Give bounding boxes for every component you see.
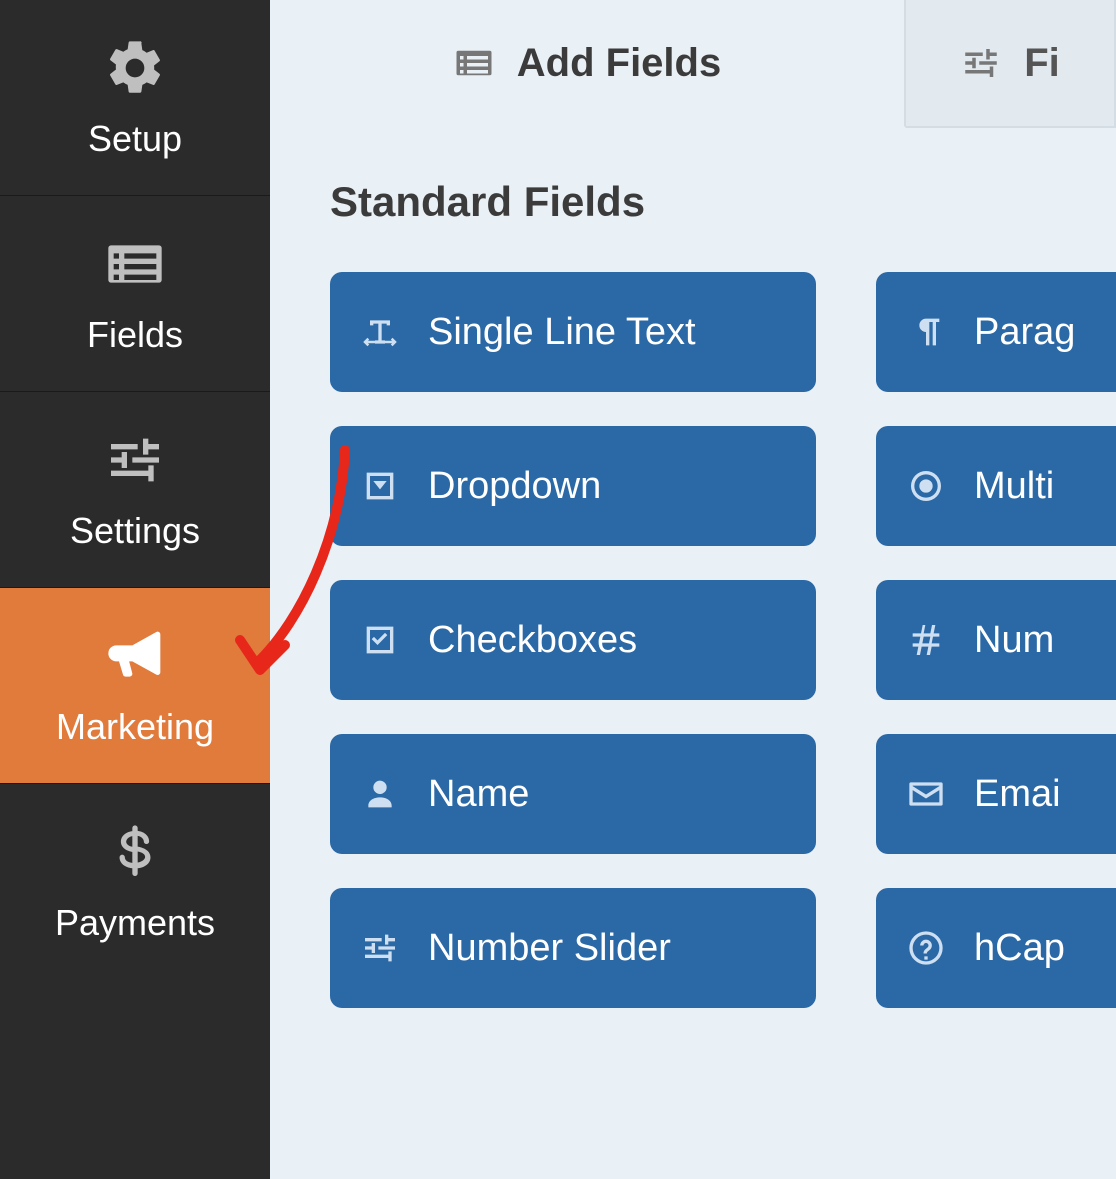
- field-label: Dropdown: [428, 465, 601, 508]
- field-single-line-text[interactable]: Single Line Text: [330, 272, 816, 392]
- field-paragraph[interactable]: Parag: [876, 272, 1116, 392]
- megaphone-icon: [103, 624, 167, 688]
- tab-add-fields[interactable]: Add Fields: [270, 0, 906, 128]
- field-label: Single Line Text: [428, 311, 696, 354]
- tab-field-options[interactable]: Fi: [906, 0, 1116, 128]
- tab-label: Fi: [1024, 41, 1060, 86]
- user-icon: [360, 774, 400, 814]
- tabs: Add Fields Fi: [270, 0, 1116, 128]
- list-box-icon: [453, 42, 495, 84]
- field-checkboxes[interactable]: Checkboxes: [330, 580, 816, 700]
- field-name[interactable]: Name: [330, 734, 816, 854]
- dollar-icon: [103, 820, 167, 884]
- sidebar-item-label: Payments: [55, 902, 215, 944]
- sidebar-item-marketing[interactable]: Marketing: [0, 588, 270, 784]
- sidebar-item-label: Fields: [87, 314, 183, 356]
- sidebar-item-payments[interactable]: Payments: [0, 784, 270, 980]
- field-grid: Single Line Text Parag Dropdown Multi: [330, 272, 1080, 1008]
- field-dropdown[interactable]: Dropdown: [330, 426, 816, 546]
- sidebar-item-label: Marketing: [56, 706, 214, 748]
- check-square-icon: [360, 620, 400, 660]
- text-icon: [360, 312, 400, 352]
- field-label: Name: [428, 773, 529, 816]
- sliders-icon: [103, 428, 167, 492]
- list-box-icon: [103, 232, 167, 296]
- sidebar-item-setup[interactable]: Setup: [0, 0, 270, 196]
- sliders-icon: [360, 928, 400, 968]
- field-label: Emai: [974, 773, 1061, 816]
- gear-icon: [103, 36, 167, 100]
- sidebar-item-settings[interactable]: Settings: [0, 392, 270, 588]
- field-label: Num: [974, 619, 1054, 662]
- content: Standard Fields Single Line Text Parag: [270, 128, 1116, 1008]
- field-label: Checkboxes: [428, 619, 637, 662]
- caret-square-icon: [360, 466, 400, 506]
- field-multiple-choice[interactable]: Multi: [876, 426, 1116, 546]
- field-label: Number Slider: [428, 927, 671, 970]
- sidebar: Setup Fields Settings Marketing Payments: [0, 0, 270, 1179]
- radio-dot-icon: [906, 466, 946, 506]
- question-circle-icon: [906, 928, 946, 968]
- field-label: Parag: [974, 311, 1075, 354]
- field-hcaptcha[interactable]: hCap: [876, 888, 1116, 1008]
- hash-icon: [906, 620, 946, 660]
- tab-label: Add Fields: [517, 41, 721, 86]
- field-label: Multi: [974, 465, 1054, 508]
- envelope-icon: [906, 774, 946, 814]
- sidebar-item-fields[interactable]: Fields: [0, 196, 270, 392]
- sidebar-item-label: Setup: [88, 118, 182, 160]
- field-numbers[interactable]: Num: [876, 580, 1116, 700]
- main-panel: Add Fields Fi Standard Fields Single Lin…: [270, 0, 1116, 1179]
- field-email[interactable]: Emai: [876, 734, 1116, 854]
- sidebar-item-label: Settings: [70, 510, 200, 552]
- field-label: hCap: [974, 927, 1065, 970]
- section-title: Standard Fields: [330, 178, 1080, 226]
- field-number-slider[interactable]: Number Slider: [330, 888, 816, 1008]
- sliders-icon: [960, 42, 1002, 84]
- paragraph-icon: [906, 312, 946, 352]
